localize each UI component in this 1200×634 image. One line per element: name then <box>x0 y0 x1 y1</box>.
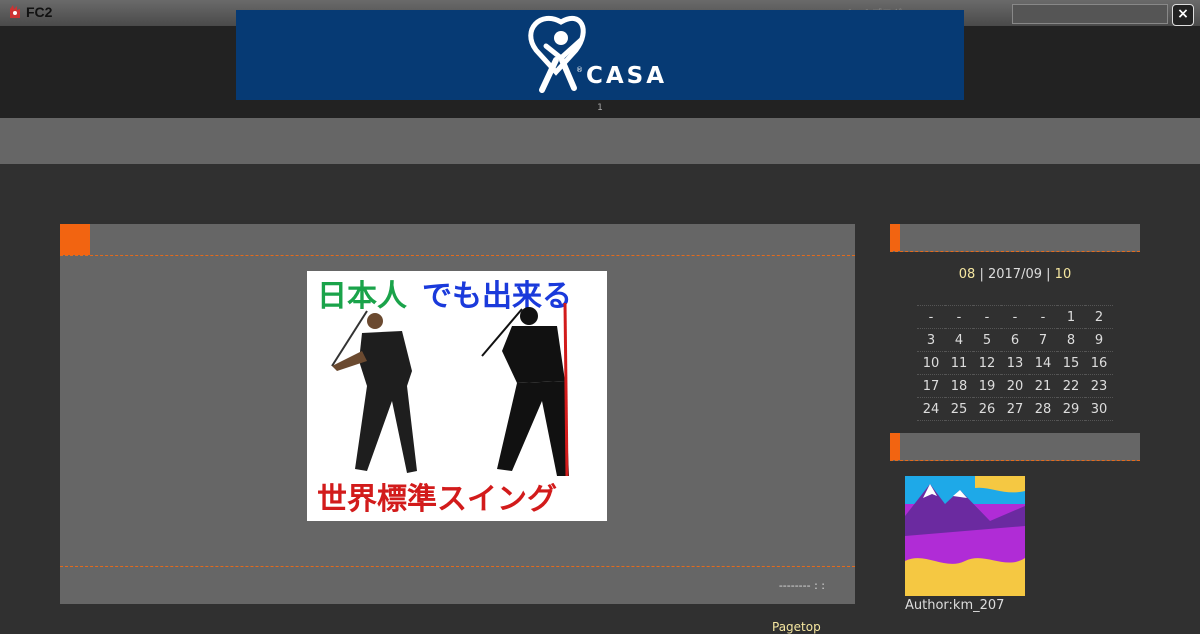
calendar-day: 28 <box>1029 397 1057 421</box>
calendar-day: 20 <box>1001 374 1029 398</box>
calendar-day: - <box>973 305 1001 329</box>
calendar-day: 6 <box>1001 328 1029 352</box>
profile-header <box>890 433 1140 461</box>
calendar-prev-month[interactable]: 08 <box>959 267 976 282</box>
calendar-next-month[interactable]: 10 <box>1055 267 1072 282</box>
ad-banner[interactable]: ® CASA <box>236 10 964 100</box>
nav-band <box>0 118 1200 164</box>
calendar-day: 27 <box>1001 397 1029 421</box>
calendar-day: 24 <box>917 397 945 421</box>
calendar-day: 30 <box>1085 397 1113 421</box>
calendar-day: 19 <box>973 374 1001 398</box>
calendar-week: 24 25 26 27 28 29 30 <box>917 397 1113 421</box>
calendar-sep: | <box>1046 267 1051 282</box>
calendar-sep: | <box>979 267 984 282</box>
calendar-day: 8 <box>1057 328 1085 352</box>
entry-header <box>60 224 855 256</box>
image-top-text-blue: でも出来る <box>422 279 572 314</box>
calendar-day: 22 <box>1057 374 1085 398</box>
calendar-week: -----12 <box>917 305 1113 329</box>
calendar-day: 26 <box>973 397 1001 421</box>
pagetop-link[interactable]: Pagetop <box>772 620 821 634</box>
image-bottom-text: 世界標準スイング <box>317 482 557 517</box>
ad-brand-text: CASA <box>586 63 667 89</box>
ad-label: 1 <box>597 103 603 113</box>
calendar-day: 9 <box>1085 328 1113 352</box>
golf-swing-image: 日本人 でも出来る 世界標準スイング <box>307 271 607 521</box>
calendar-day: 29 <box>1057 397 1085 421</box>
calendar-day: - <box>917 305 945 329</box>
calendar-day: 15 <box>1057 351 1085 375</box>
calendar-current-month: 2017/09 <box>987 267 1042 282</box>
calendar-day: 12 <box>973 351 1001 375</box>
casa-logo: ® CASA <box>528 15 667 93</box>
calendar-day: 7 <box>1029 328 1057 352</box>
calendar-day: 13 <box>1001 351 1029 375</box>
entry-image[interactable]: 日本人 でも出来る 世界標準スイング <box>307 271 607 521</box>
calendar-day: 4 <box>945 328 973 352</box>
entry-meta: -------- : : <box>778 579 825 592</box>
calendar-header <box>890 224 1140 252</box>
calendar-week: 3456789 <box>917 328 1113 352</box>
calendar-grid: - - - - -1 2 3 4 5 6 7 8 9 10 11 12 13 14 15 16 17 18 19 20 21 22… <box>917 305 1113 421</box>
entry-header-accent <box>60 224 90 255</box>
calendar-day: 1 <box>1057 305 1085 329</box>
fc2-logo-text: FC2 <box>26 4 53 20</box>
calendar-day: 23 <box>1085 374 1113 398</box>
calendar-day: - <box>945 305 973 329</box>
calendar-day: 10 <box>917 351 945 375</box>
profile-header-accent <box>890 433 900 460</box>
calendar-day: 2 <box>1085 305 1113 329</box>
blog-entry: 日本人 でも出来る 世界標準スイング -------- : : <box>60 224 855 604</box>
calendar-day: 18 <box>945 374 973 398</box>
image-top-text-green: 日本人 <box>317 279 407 314</box>
calendar-day: 21 <box>1029 374 1057 398</box>
calendar-day: 16 <box>1085 351 1113 375</box>
calendar-day: 5 <box>973 328 1001 352</box>
profile-author: Author:km_207 <box>905 598 1005 613</box>
calendar-day: 11 <box>945 351 973 375</box>
close-icon[interactable]: × <box>1172 4 1194 26</box>
calendar-day: 25 <box>945 397 973 421</box>
topbar-search-input[interactable] <box>1012 4 1168 24</box>
calendar-week: 17 18 19 20 21 22 23 <box>917 374 1113 398</box>
calendar-day: - <box>1029 305 1057 329</box>
fc2-logo[interactable]: FC2 <box>8 4 52 20</box>
entry-footer-divider <box>60 566 855 567</box>
calendar-nav: 08 | 2017/09 | 10 <box>890 267 1140 282</box>
calendar-day: 17 <box>917 374 945 398</box>
calendar-day: - <box>1001 305 1029 329</box>
calendar-day: 14 <box>1029 351 1057 375</box>
calendar-header-accent <box>890 224 900 251</box>
calendar-week: 10 11 12 13 14 15 16 <box>917 351 1113 375</box>
ad-reg-mark: ® <box>576 66 583 74</box>
calendar-day: 3 <box>917 328 945 352</box>
profile-avatar <box>905 476 1025 596</box>
fc2-logo-icon <box>10 5 20 18</box>
